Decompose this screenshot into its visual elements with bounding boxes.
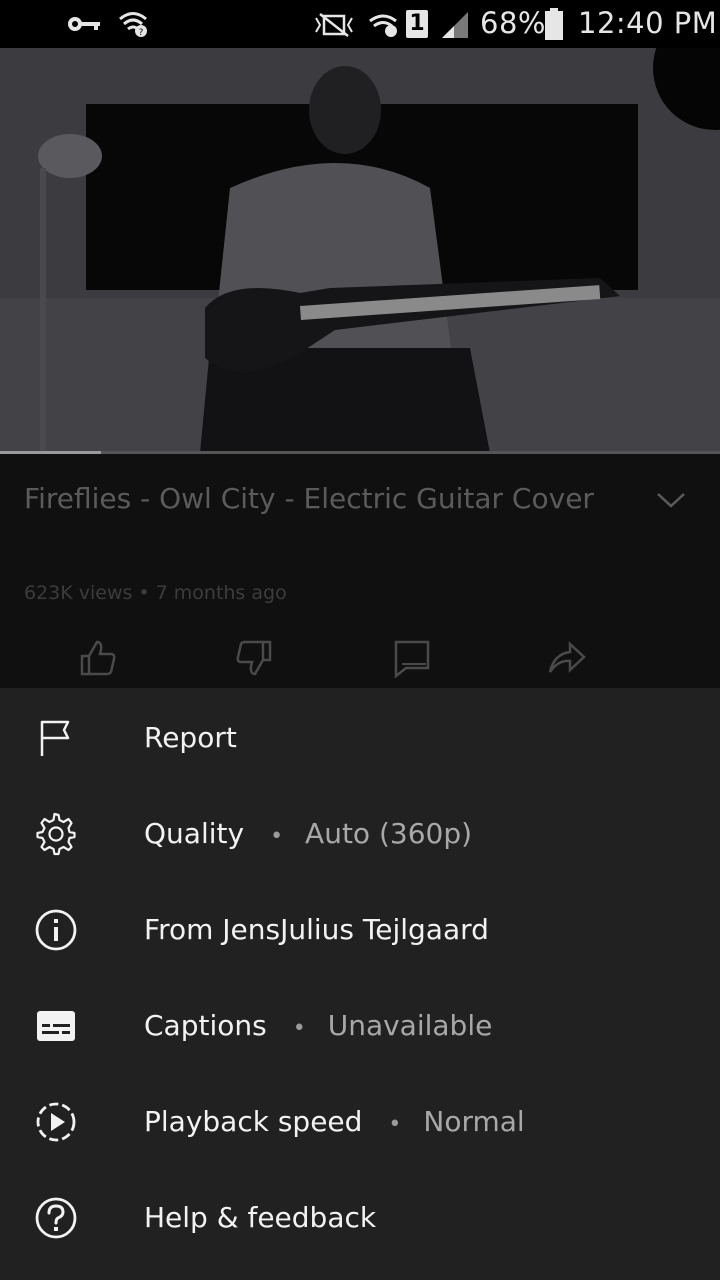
video-frame bbox=[0, 48, 720, 453]
menu-item-label: Quality bbox=[144, 817, 245, 850]
menu-item-separator: • bbox=[388, 1112, 402, 1137]
battery-icon bbox=[545, 8, 563, 40]
menu-item-separator: • bbox=[292, 1016, 306, 1041]
like-icon[interactable] bbox=[78, 638, 118, 678]
menu-item-help[interactable]: Help & feedback bbox=[0, 1170, 720, 1266]
video-info: Fireflies - Owl City - Electric Guitar C… bbox=[0, 454, 720, 688]
battery-percent: 68% bbox=[480, 6, 546, 40]
playback-speed-icon bbox=[36, 1102, 76, 1142]
upload-age: 7 months ago bbox=[155, 582, 287, 604]
menu-item-separator: • bbox=[270, 824, 284, 849]
video-title[interactable]: Fireflies - Owl City - Electric Guitar C… bbox=[24, 476, 624, 522]
captions-value: Unavailable bbox=[327, 1009, 493, 1042]
menu-item-label: Report bbox=[144, 721, 237, 754]
menu-item-label: Help & feedback bbox=[144, 1201, 377, 1234]
sim-icon: 1 bbox=[406, 10, 428, 38]
gear-icon bbox=[36, 812, 76, 856]
menu-item-report[interactable]: Report bbox=[0, 690, 720, 786]
help-icon bbox=[35, 1197, 77, 1239]
menu-item-captions[interactable]: Captions • Unavailable bbox=[0, 978, 720, 1074]
menu-item-label: From JensJulius Tejlgaard bbox=[144, 913, 489, 946]
menu-item-label: Captions bbox=[144, 1009, 267, 1042]
quality-value: Auto (360p) bbox=[305, 817, 473, 850]
video-meta: 623K views • 7 months ago bbox=[24, 582, 287, 604]
svg-text:?: ? bbox=[139, 28, 144, 38]
share-icon[interactable] bbox=[546, 638, 586, 678]
info-icon bbox=[35, 909, 77, 951]
menu-item-channel[interactable]: From JensJulius Tejlgaard bbox=[0, 882, 720, 978]
video-player[interactable] bbox=[0, 48, 720, 453]
vpn-key-icon bbox=[68, 17, 100, 31]
status-bar: ? 1 68% 12:40 PM bbox=[0, 0, 720, 48]
wifi-calling-icon bbox=[369, 14, 397, 37]
chevron-down-icon[interactable] bbox=[655, 490, 687, 510]
menu-item-playback-speed[interactable]: Playback speed • Normal bbox=[0, 1074, 720, 1170]
playback-speed-value: Normal bbox=[423, 1105, 525, 1138]
mute-icon bbox=[315, 13, 353, 37]
comment-icon[interactable] bbox=[392, 638, 432, 678]
signal-icon bbox=[442, 12, 468, 38]
clock: 12:40 PM bbox=[578, 6, 718, 40]
captions-icon bbox=[37, 1011, 75, 1041]
menu-item-quality[interactable]: Quality • Auto (360p) bbox=[0, 786, 720, 882]
menu-item-label: Playback speed bbox=[144, 1105, 363, 1138]
view-count: 623K views bbox=[24, 582, 133, 604]
dislike-icon[interactable] bbox=[234, 638, 274, 678]
flag-icon bbox=[40, 720, 70, 756]
overflow-menu-sheet: Report Quality • Auto (360p) From JensJuli… bbox=[0, 688, 720, 1280]
wifi-icon: ? bbox=[119, 12, 147, 38]
